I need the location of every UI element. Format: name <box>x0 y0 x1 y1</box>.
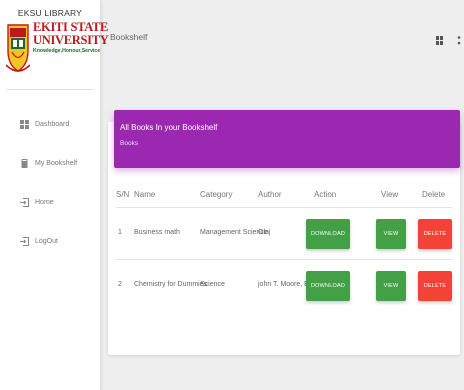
books-table: S/N Name Category Author Action View Del… <box>116 184 452 312</box>
sidebar-item-logout[interactable]: LogOut <box>20 233 100 249</box>
sidebar-item-my-bookshelf[interactable]: My Bookshelf <box>20 155 100 171</box>
column-header-action: Action <box>314 190 337 199</box>
cell-category: Science <box>200 281 225 288</box>
sidebar-item-label: My Bookshelf <box>35 159 78 167</box>
logout-icon <box>20 236 29 246</box>
table-row: 1 Business math Management Science Olaj … <box>116 208 452 260</box>
card-subtitle: Books <box>120 140 139 147</box>
university-crest-icon <box>6 24 30 72</box>
sidebar-item-label: Dashboard <box>35 120 70 128</box>
home-icon <box>20 197 29 207</box>
column-header-name: Name <box>134 190 156 199</box>
delete-button[interactable]: DELETE <box>418 219 452 249</box>
table-header-row: S/N Name Category Author Action View Del… <box>116 184 452 208</box>
delete-button[interactable]: DELETE <box>418 271 452 301</box>
brand-title: EKSU LIBRARY <box>17 8 83 18</box>
card-title: All Books In your Bookshelf <box>120 123 218 132</box>
column-header-view: View <box>381 190 399 199</box>
column-header-sn: S/N <box>116 190 130 199</box>
sidebar-nav: Dashboard My Bookshelf Home LogOut <box>0 116 100 249</box>
cell-name: Chemistry for Dummies <box>134 281 208 288</box>
dashboard-icon <box>20 119 29 129</box>
cell-sn: 2 <box>118 281 122 288</box>
table-row: 2 Chemistry for Dummies Science john T. … <box>116 260 452 312</box>
download-button[interactable]: DOWNLOAD <box>306 271 350 301</box>
brand: EKSU LIBRARY EKITI STATE UNIVERSITY Know… <box>0 0 109 77</box>
card-header: All Books In your Bookshelf Books <box>114 110 460 168</box>
cell-author: Olaj <box>258 229 271 236</box>
download-button[interactable]: DOWNLOAD <box>306 219 350 249</box>
cell-name: Business math <box>134 229 180 236</box>
sidebar-item-label: Home <box>35 198 54 206</box>
column-header-delete: Delete <box>422 190 446 199</box>
sidebar-item-home[interactable]: Home <box>20 194 100 210</box>
page-title: Bookshelf <box>110 32 148 42</box>
logo-line-2: UNIVERSITY <box>33 33 109 47</box>
column-header-category: Category <box>200 190 233 199</box>
bookshelf-card: All Books In your Bookshelf Books S/N Na… <box>108 110 460 355</box>
cell-sn: 1 <box>118 229 122 236</box>
sidebar-divider <box>6 89 94 90</box>
more-vert-icon[interactable] <box>457 32 461 50</box>
university-logo: EKITI STATE UNIVERSITY Knowledge,Honour,… <box>6 21 109 77</box>
view-button[interactable]: VIEW <box>376 271 406 301</box>
top-navbar: Bookshelf <box>100 0 464 108</box>
sidebar: EKSU LIBRARY EKITI STATE UNIVERSITY Know… <box>0 0 109 390</box>
sidebar-item-label: LogOut <box>35 237 58 245</box>
stats-icon[interactable] <box>436 32 443 50</box>
university-motto: Knowledge,Honour,Service <box>33 48 101 54</box>
column-header-author: Author <box>258 190 282 199</box>
sidebar-item-dashboard[interactable]: Dashboard <box>20 116 100 132</box>
view-button[interactable]: VIEW <box>376 219 406 249</box>
bookshelf-icon <box>20 158 29 168</box>
